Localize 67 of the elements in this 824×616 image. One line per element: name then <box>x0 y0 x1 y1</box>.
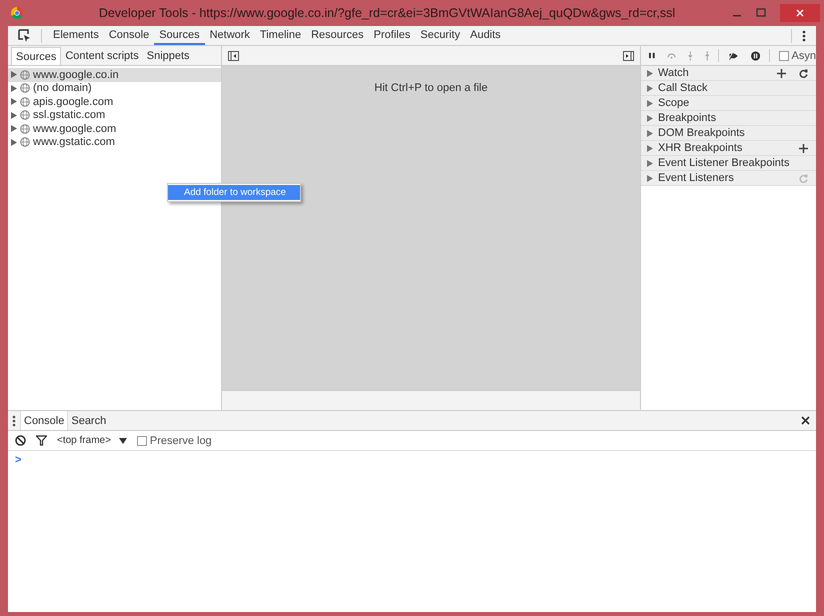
menu-item[interactable]: Add folder to workspace <box>168 185 300 200</box>
inspect-icon[interactable] <box>18 29 31 42</box>
toggle-navigator-icon[interactable] <box>228 50 239 60</box>
sidebar-section-header[interactable]: Watch <box>641 66 816 81</box>
tree-item[interactable]: apis.google.com <box>8 95 221 108</box>
more-options-icon[interactable] <box>802 30 806 42</box>
pause-on-exceptions-icon[interactable] <box>750 50 760 62</box>
panel-tab[interactable]: Elements <box>48 26 104 45</box>
sidebar-section-header[interactable]: Event Listener Breakpoints <box>641 156 816 171</box>
console-prompt: > <box>15 454 22 466</box>
expand-arrow-icon <box>647 130 653 136</box>
close-button[interactable] <box>780 4 820 22</box>
globe-icon <box>20 70 30 80</box>
sidebar-section-header[interactable]: XHR Breakpoints <box>641 141 816 156</box>
refresh-icon[interactable] <box>799 68 808 78</box>
context-selector[interactable]: <top frame> <box>57 435 127 446</box>
expand-arrow-icon <box>647 114 653 122</box>
tree-item[interactable]: www.google.co.in <box>8 68 221 82</box>
navigator-tab[interactable]: Snippets <box>142 47 194 65</box>
drawer-tab[interactable]: Console <box>20 411 68 430</box>
filter-icon[interactable] <box>36 435 47 446</box>
globe-icon <box>20 110 30 120</box>
sidebar-section-header[interactable]: Call Stack <box>641 81 816 96</box>
add-icon[interactable] <box>799 144 808 152</box>
browser-logo-icon <box>11 7 23 19</box>
window-title: Developer Tools - https://www.google.co.in/?gfe_rd=cr&ei=3BmGVtWAIanG8Aej_quQDw&gws_rd=cr,ssl <box>98 6 676 20</box>
sidebar-section-header[interactable]: Breakpoints <box>641 111 816 126</box>
panel-tab[interactable]: Audits <box>465 26 506 45</box>
tree-item[interactable]: www.gstatic.com <box>8 136 221 149</box>
deactivate-breakpoints-icon[interactable] <box>728 50 739 60</box>
tree-item[interactable]: (no domain) <box>8 82 221 95</box>
sidebar-section-header[interactable]: Scope <box>641 96 816 111</box>
sidebar-section-header[interactable]: DOM Breakpoints <box>641 126 816 141</box>
open-file-hint: Hit Ctrl+P to open a file <box>374 82 488 94</box>
toggle-debugger-icon[interactable] <box>623 50 634 60</box>
preserve-log-checkbox[interactable]: Preserve log <box>136 434 212 446</box>
panel-tab[interactable]: Profiles <box>368 26 416 45</box>
tree-item[interactable]: ssl.gstatic.com <box>8 108 221 122</box>
globe-icon <box>20 96 30 107</box>
panel-tab[interactable]: Security <box>415 26 466 45</box>
panel-tab[interactable]: Console <box>104 26 154 45</box>
close-icon[interactable] <box>801 416 810 425</box>
panel-tab[interactable]: Resources <box>306 26 369 45</box>
expand-arrow-icon <box>647 174 653 182</box>
maximize-icon[interactable] <box>756 8 766 18</box>
close-icon <box>796 9 804 17</box>
expand-arrow-icon <box>647 70 653 76</box>
panel-tab[interactable]: Timeline <box>254 26 306 45</box>
more-options-icon[interactable] <box>12 414 16 426</box>
globe-icon <box>20 124 30 134</box>
expand-arrow-icon <box>647 144 653 152</box>
pause-icon[interactable] <box>649 51 656 60</box>
expand-arrow-icon <box>647 160 653 166</box>
sidebar-section-header[interactable]: Event Listeners <box>641 171 816 186</box>
globe-icon <box>20 137 30 148</box>
expand-arrow-icon <box>647 84 653 92</box>
panel-tab[interactable]: Network <box>204 26 255 45</box>
clear-console-icon[interactable] <box>15 435 26 446</box>
navigator-tab[interactable]: Content scripts <box>61 47 143 65</box>
dropdown-arrow-icon <box>118 438 127 444</box>
expand-arrow-icon <box>647 100 653 106</box>
async-checkbox[interactable]: Asyn <box>778 50 816 62</box>
globe-icon <box>20 83 30 94</box>
navigator-tab[interactable]: Sources <box>11 47 62 65</box>
drawer-tab[interactable]: Search <box>68 411 110 430</box>
tree-item[interactable]: www.google.com <box>8 122 221 136</box>
add-icon[interactable] <box>777 68 786 78</box>
